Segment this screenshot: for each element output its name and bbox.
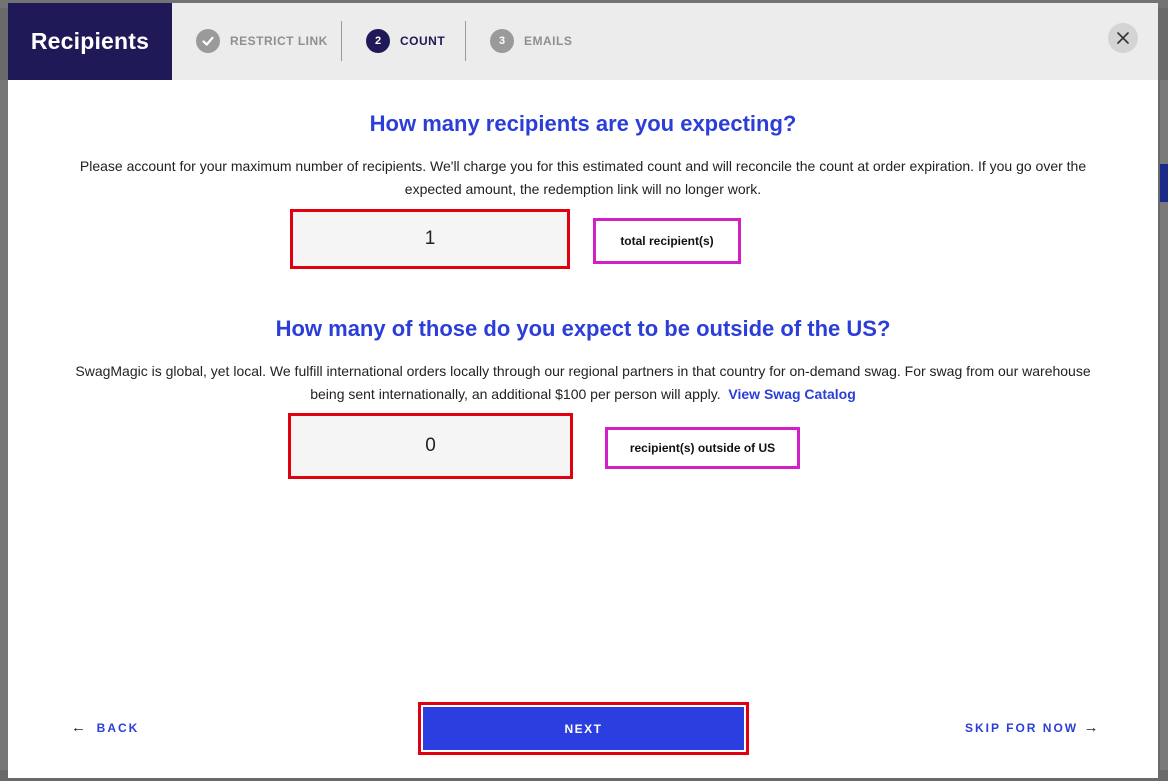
step-number: 2 — [366, 29, 390, 53]
international-count-field[interactable] — [288, 413, 573, 479]
background-right-edge — [1160, 80, 1168, 770]
step-label: COUNT — [400, 34, 446, 48]
international-count-input[interactable] — [291, 415, 570, 477]
step-divider — [465, 21, 466, 61]
close-button[interactable] — [1108, 23, 1138, 53]
step-label: RESTRICT LINK — [230, 34, 328, 48]
step-number: 3 — [490, 29, 514, 53]
step-divider — [341, 21, 342, 61]
international-count-unit: recipient(s) outside of US — [605, 427, 800, 469]
arrow-right-icon: → — [1083, 719, 1099, 736]
view-swag-catalog-link[interactable]: View Swag Catalog — [728, 386, 855, 402]
back-label: BACK — [96, 720, 140, 735]
step-emails[interactable]: 3 EMAILS — [490, 29, 572, 53]
international-question-title: How many of those do you expect to be ou… — [275, 316, 891, 341]
count-question-title: How many recipients are you expecting? — [369, 111, 797, 136]
recipient-count-input[interactable] — [293, 211, 567, 267]
recipient-count-unit: total recipient(s) — [593, 218, 741, 264]
step-restrict-link[interactable]: RESTRICT LINK — [196, 29, 328, 53]
skip-for-now-button[interactable]: SKIP FOR NOW → — [965, 719, 1098, 736]
close-icon — [1117, 32, 1129, 44]
international-description-text: SwagMagic is global, yet local. We fulfi… — [75, 363, 1091, 402]
back-button[interactable]: ← BACK — [71, 719, 139, 736]
modal-title-block: Recipients — [8, 3, 172, 80]
skip-label: SKIP FOR NOW — [965, 720, 1079, 735]
check-icon — [196, 29, 220, 53]
count-description: Please account for your maximum number o… — [79, 158, 1087, 197]
modal-header: Recipients RESTRICT LINK 2 COUNT 3 EMAIL… — [8, 3, 1158, 80]
next-button-highlight: NEXT — [418, 702, 749, 755]
recipient-count-field[interactable] — [290, 209, 570, 269]
international-description: SwagMagic is global, yet local. We fulfi… — [58, 360, 1108, 406]
modal-title: Recipients — [30, 28, 150, 54]
step-label: EMAILS — [524, 34, 573, 48]
step-count[interactable]: 2 COUNT — [366, 29, 445, 53]
background-left-edge — [0, 80, 8, 770]
recipients-modal: Recipients RESTRICT LINK 2 COUNT 3 EMAIL… — [8, 3, 1158, 778]
background-blue-bar — [1160, 164, 1168, 202]
arrow-left-icon: ← — [71, 719, 86, 736]
next-button[interactable]: NEXT — [423, 707, 744, 750]
